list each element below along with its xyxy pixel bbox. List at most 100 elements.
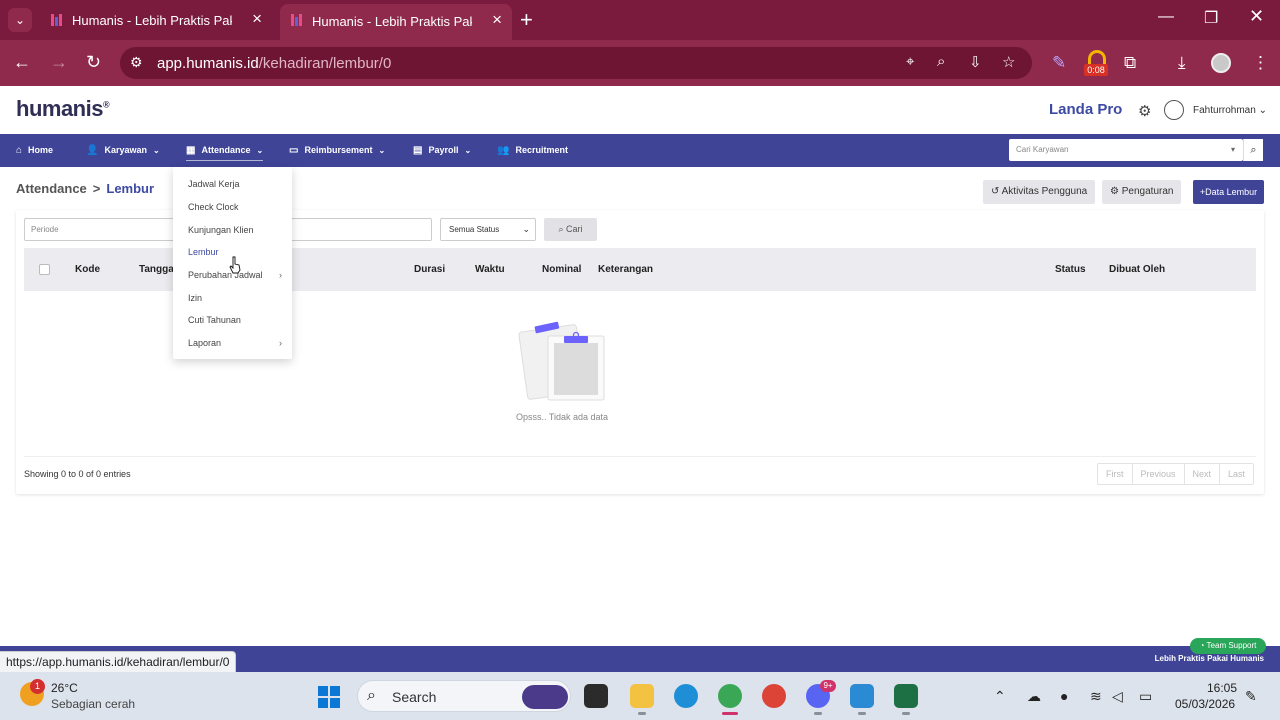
clock-time[interactable]: 16:05 (1207, 681, 1237, 695)
location-icon[interactable]: ⌖ (906, 53, 914, 70)
menu-item-izin[interactable]: Izin (188, 293, 288, 303)
timer-extension-icon[interactable]: 0:08 (1084, 50, 1108, 76)
volume-icon[interactable]: ◁ (1112, 688, 1123, 705)
cloud-icon[interactable]: ☁ (1027, 688, 1041, 705)
downloads-icon[interactable]: ⤓ (1178, 53, 1186, 73)
search-icon: ⌕ (558, 224, 564, 234)
status-filter-select[interactable]: Semua Status ⌄ (440, 218, 536, 241)
nav-recruitment[interactable]: 👥 Recruitment (497, 134, 568, 167)
entries-info: Showing 0 to 0 of 0 entries (24, 469, 131, 479)
tab-title: Humanis - Lebih Praktis Pakai Humanis (72, 13, 232, 28)
browser-menu-icon[interactable]: ⋮ (1252, 53, 1269, 73)
site-info-icon[interactable]: ⚙ (130, 54, 143, 71)
calendar-icon: ▦ (186, 145, 196, 156)
main-nav: ⌂ Home 👤 Karyawan ⌄ ▦ Attendance ⌄ ▭ Reimburse… (0, 134, 1280, 167)
add-overtime-button[interactable]: +Data Lembur (1193, 180, 1264, 204)
terminal-app-icon[interactable] (584, 684, 608, 708)
search-icon[interactable]: ⌕ (1243, 139, 1263, 161)
column-header[interactable]: Nominal (542, 248, 581, 291)
humanis-favicon-icon (291, 14, 302, 26)
column-header[interactable]: Status (1055, 248, 1086, 291)
file-explorer-icon[interactable] (630, 684, 654, 715)
tab-search-chevron-icon[interactable]: ⌄ (8, 8, 32, 32)
notification-icon[interactable]: ✎ (1245, 688, 1257, 705)
omnibox[interactable]: ⚙ app.humanis.id/kehadiran/lembur/0 ⌖ ⌕ … (120, 47, 1032, 79)
close-tab-icon[interactable]: × (252, 9, 262, 29)
taskbar-search[interactable]: ⌕ Search (357, 680, 571, 712)
chevron-down-icon: ⌄ (378, 146, 386, 155)
column-header[interactable]: Durasi (414, 248, 445, 291)
url-text[interactable]: app.humanis.id/kehadiran/lembur/0 (157, 55, 391, 72)
menu-item-cuti-tahunan[interactable]: Cuti Tahunan (188, 315, 288, 325)
menu-item-jadwal-kerja[interactable]: Jadwal Kerja (188, 179, 288, 189)
breadcrumb-parent[interactable]: Attendance (16, 181, 87, 196)
chevron-down-icon: ⌄ (464, 146, 472, 155)
user-activity-button[interactable]: ↺ Aktivitas Pengguna (983, 180, 1096, 204)
browser-profile-avatar[interactable] (1211, 53, 1231, 73)
nav-attendance[interactable]: ▦ Attendance ⌄ (186, 134, 264, 167)
nav-karyawan[interactable]: 👤 Karyawan ⌄ (86, 134, 160, 167)
page-next-button[interactable]: Next (1185, 464, 1221, 484)
page-previous-button[interactable]: Previous (1133, 464, 1185, 484)
search-icon: ⌕ (367, 687, 376, 704)
browser-tab[interactable]: Humanis - Lebih Praktis Pakai Humanis × (40, 6, 272, 34)
users-icon: 👥 (497, 145, 510, 156)
chrome-profile-icon[interactable] (718, 684, 742, 715)
feather-extension-icon[interactable]: ✎ (1052, 53, 1066, 73)
clock-date[interactable]: 05/03/2026 (1175, 697, 1235, 711)
column-header[interactable]: Kode (75, 248, 100, 291)
menu-item-check-clock[interactable]: Check Clock (188, 202, 288, 212)
back-icon[interactable]: ← (13, 52, 31, 72)
battery-icon[interactable]: ▭ (1139, 688, 1152, 705)
column-header[interactable]: Waktu (475, 248, 505, 291)
weather-description[interactable]: Sebagian cerah (51, 697, 135, 711)
edge-browser-icon[interactable] (674, 684, 698, 708)
install-app-icon[interactable]: ⇩ (969, 53, 982, 71)
humanis-logo[interactable]: humanis® (16, 96, 110, 122)
column-header[interactable]: Keterangan (598, 248, 653, 291)
avatar[interactable] (1164, 100, 1184, 120)
team-support-button[interactable]: ◔ Team Support (1190, 638, 1266, 654)
page-last-button[interactable]: Last (1220, 464, 1253, 484)
nav-payroll[interactable]: ▤ Payroll ⌄ (413, 134, 471, 167)
company-name[interactable]: Landa Pro (1049, 101, 1122, 118)
chevron-up-icon[interactable]: ⌃ (994, 688, 1006, 705)
wifi-icon[interactable]: ≋ (1090, 688, 1102, 705)
search-button[interactable]: ⌕ Cari (544, 218, 597, 241)
zoom-icon[interactable]: ⌕ (937, 53, 945, 70)
settings-button[interactable]: ⚙ Pengaturan (1102, 180, 1182, 204)
empty-state-message: Opsss.. Tidak ada data (515, 412, 609, 422)
notepad-icon[interactable] (850, 684, 874, 715)
close-window-icon[interactable]: ✕ (1249, 6, 1264, 27)
reload-icon[interactable]: ↻ (86, 52, 101, 72)
new-tab-icon[interactable]: + (520, 8, 533, 32)
chrome-icon[interactable] (762, 684, 786, 708)
weather-temperature[interactable]: 26°C (51, 681, 78, 695)
windows-start-icon[interactable] (318, 686, 340, 708)
minimize-icon[interactable]: — (1158, 8, 1174, 26)
column-header[interactable]: Tanggal (139, 248, 177, 291)
nav-home[interactable]: ⌂ Home (16, 134, 53, 167)
select-all-checkbox[interactable] (39, 264, 50, 275)
gear-icon[interactable]: ⚙ (1138, 102, 1151, 120)
breadcrumb-current: Lembur (106, 181, 155, 196)
forward-icon[interactable]: → (50, 52, 68, 72)
browser-tab-active[interactable]: Humanis - Lebih Praktis Pakai Humanis × (280, 4, 512, 40)
column-header[interactable]: Dibuat Oleh (1109, 248, 1165, 291)
bookmark-star-icon[interactable]: ☆ (1002, 53, 1015, 71)
menu-item-kunjungan-klien[interactable]: Kunjungan Klien (188, 225, 288, 235)
nav-reimbursement[interactable]: ▭ Reimbursement ⌄ (289, 134, 385, 167)
page-first-button[interactable]: First (1098, 464, 1133, 484)
excel-icon[interactable] (894, 684, 918, 715)
employee-search-input[interactable]: Cari Karyawan ▾ (1009, 139, 1243, 161)
restore-icon[interactable]: ❐ (1204, 8, 1218, 28)
user-menu[interactable]: Fahturrohman ⌄ (1193, 105, 1267, 116)
chevron-right-icon: › (279, 270, 282, 280)
close-tab-icon[interactable]: × (492, 10, 502, 30)
tab-title: Humanis - Lebih Praktis Pakai Humanis (312, 14, 472, 29)
link-status-url: https://app.humanis.id/kehadiran/lembur/… (0, 651, 237, 672)
microphone-icon[interactable]: ● (1060, 688, 1068, 704)
menu-item-laporan[interactable]: Laporan › (188, 338, 288, 348)
money-icon: ▭ (289, 145, 299, 156)
extensions-puzzle-icon[interactable]: ⧉ (1124, 53, 1136, 73)
